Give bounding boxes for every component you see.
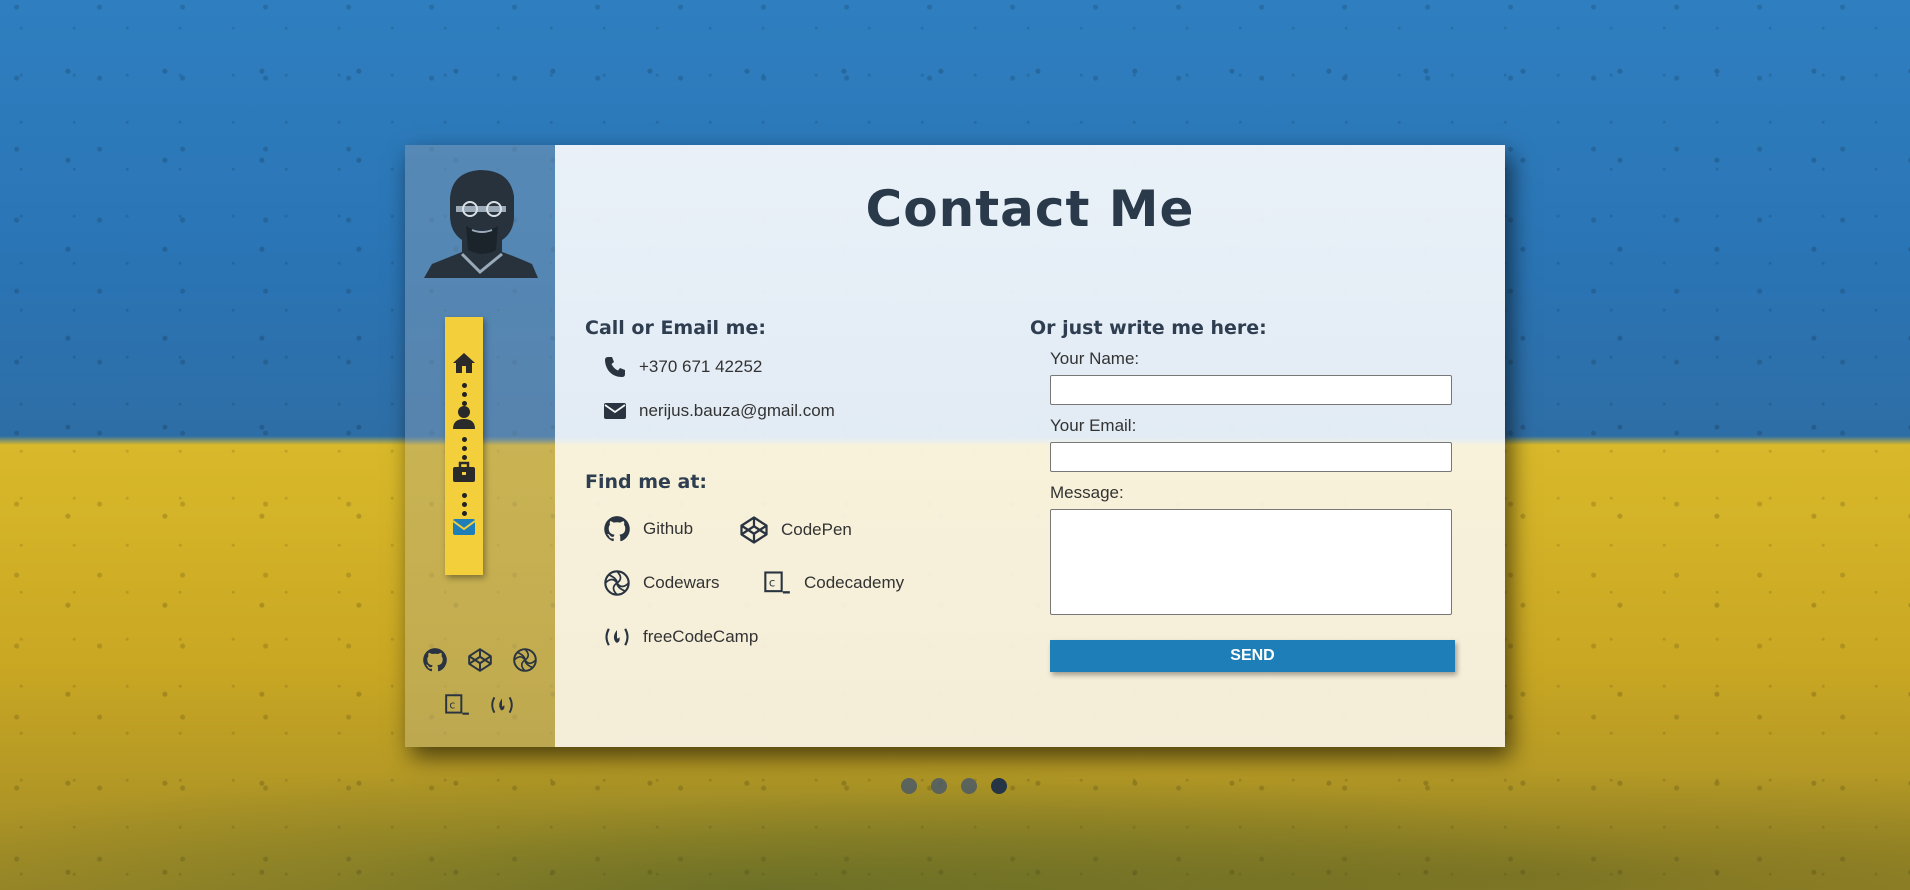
social-link-codecademy[interactable]: c Codecademy: [762, 569, 904, 597]
social-link-github[interactable]: Github: [603, 515, 693, 543]
social-label: Github: [643, 519, 694, 538]
social-label: freeCodeCamp: [643, 627, 759, 646]
envelope-icon[interactable]: [452, 515, 476, 539]
email-label: Your Email:: [1050, 416, 1137, 435]
github-icon[interactable]: [422, 647, 448, 673]
codepen-icon: [740, 516, 768, 544]
freecodecamp-icon[interactable]: [489, 692, 515, 718]
codewars-icon: [604, 570, 630, 596]
main-panel: Contact Me Call or Email me: +370 671 42…: [555, 145, 1505, 747]
briefcase-icon[interactable]: [452, 460, 476, 484]
social-label: Codecademy: [804, 573, 905, 592]
form-heading: Or just write me here:: [1030, 317, 1267, 339]
find-heading: Find me at:: [585, 471, 708, 493]
send-button[interactable]: SEND: [1050, 640, 1455, 672]
codepen-icon[interactable]: [467, 647, 493, 673]
contact-heading: Call or Email me:: [585, 317, 766, 339]
social-link-codepen[interactable]: CodePen: [739, 515, 852, 545]
sidebar: c: [405, 145, 555, 747]
envelope-icon: [604, 403, 626, 419]
avatar: [424, 170, 538, 278]
phone-row[interactable]: +370 671 42252: [603, 355, 762, 379]
message-label: Message:: [1050, 483, 1124, 502]
social-link-freecodecamp[interactable]: freeCodeCamp: [603, 623, 758, 651]
codewars-icon[interactable]: [512, 647, 538, 673]
phone-number: +370 671 42252: [639, 357, 763, 376]
name-field[interactable]: [1050, 375, 1452, 405]
github-icon: [604, 516, 630, 542]
pager-dot[interactable]: [901, 778, 917, 794]
name-label: Your Name:: [1050, 349, 1140, 368]
user-icon[interactable]: [452, 405, 476, 429]
svg-text:c: c: [769, 576, 775, 590]
pager-dot[interactable]: [961, 778, 977, 794]
codecademy-icon: c: [764, 571, 790, 594]
email-address: nerijus.bauza@gmail.com: [639, 401, 835, 420]
svg-text:c: c: [449, 698, 455, 711]
message-field[interactable]: [1050, 509, 1452, 615]
freecodecamp-icon: [605, 628, 629, 646]
contact-card: c Contact Me Call or Email me: +370 671 …: [405, 145, 1505, 747]
email-field[interactable]: [1050, 442, 1452, 472]
codecademy-icon[interactable]: c: [444, 692, 470, 718]
phone-icon: [605, 357, 625, 377]
page-title: Contact Me: [865, 180, 1195, 238]
social-link-codewars[interactable]: Codewars: [603, 569, 720, 597]
background-moss: [0, 740, 1910, 890]
social-label: Codewars: [643, 573, 720, 592]
home-icon[interactable]: [452, 351, 476, 375]
email-row[interactable]: nerijus.bauza@gmail.com: [603, 399, 835, 423]
social-label: CodePen: [781, 520, 852, 539]
section-nav: [445, 317, 483, 575]
pager-dot[interactable]: [931, 778, 947, 794]
section-pager: [901, 778, 1007, 794]
pager-dot-active[interactable]: [991, 778, 1007, 794]
